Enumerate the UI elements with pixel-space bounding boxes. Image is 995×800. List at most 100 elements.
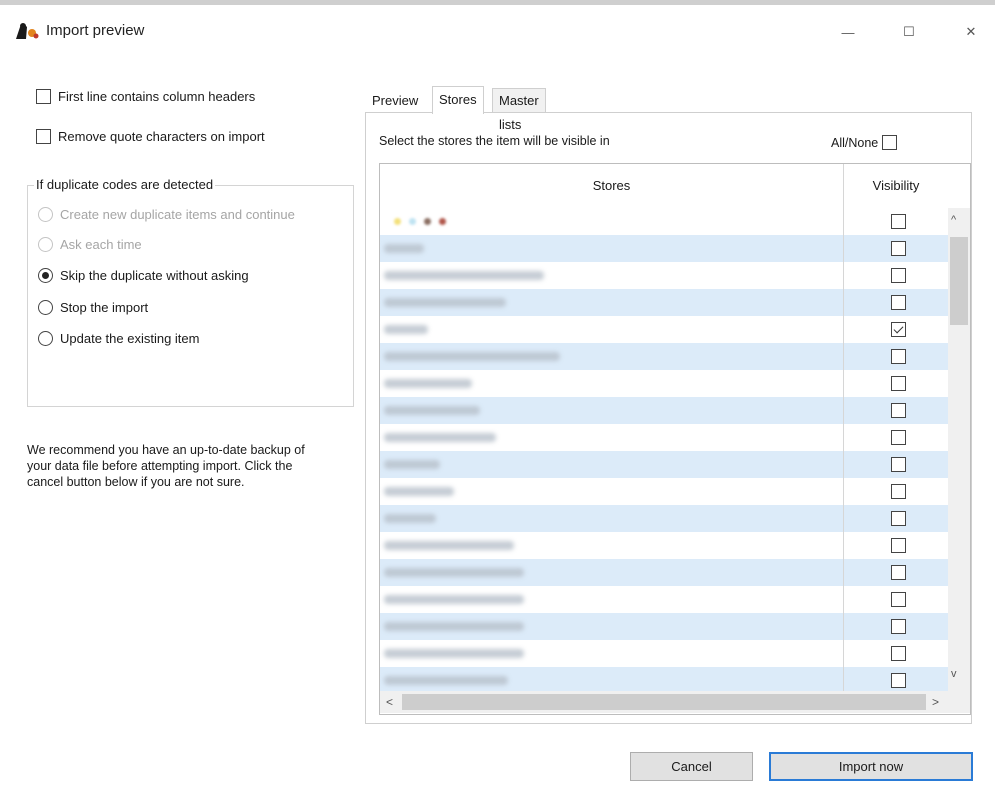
visibility-checkbox[interactable] (891, 457, 906, 472)
column-divider (843, 397, 844, 424)
checkbox-box[interactable] (36, 89, 51, 104)
blurred-store-name (384, 325, 428, 334)
radio-button[interactable] (38, 300, 53, 315)
radio-update-existing[interactable]: Update the existing item (38, 331, 199, 346)
horizontal-scroll-thumb[interactable] (402, 694, 926, 710)
scroll-up-arrow-icon[interactable]: ^ (951, 214, 956, 226)
radio-skip-duplicate[interactable]: Skip the duplicate without asking (38, 268, 249, 283)
visibility-checkbox[interactable] (891, 592, 906, 607)
app-logo-icon (14, 21, 40, 41)
radio-button[interactable] (38, 268, 53, 283)
table-row[interactable] (380, 370, 948, 397)
blurred-store-name (384, 352, 560, 361)
stores-instruction: Select the stores the item will be visib… (379, 134, 610, 148)
column-divider (843, 424, 844, 451)
tab-stores[interactable]: Stores (432, 86, 484, 114)
visibility-checkbox[interactable] (891, 565, 906, 580)
import-now-button[interactable]: Import now (769, 752, 973, 781)
radio-ask-each-time: Ask each time (38, 237, 142, 252)
radio-label: Ask each time (60, 237, 142, 252)
table-row[interactable] (380, 667, 948, 694)
blurred-store-name (384, 514, 436, 523)
visibility-checkbox[interactable] (891, 430, 906, 445)
table-row[interactable] (380, 451, 948, 478)
table-row[interactable] (380, 532, 948, 559)
column-divider (843, 451, 844, 478)
visibility-checkbox[interactable] (891, 241, 906, 256)
column-divider (843, 559, 844, 586)
backup-note: We recommend you have an up-to-date back… (27, 443, 305, 489)
blurred-store-name (394, 218, 446, 225)
visibility-checkbox[interactable] (891, 349, 906, 364)
column-divider (843, 343, 844, 370)
radio-label: Skip the duplicate without asking (60, 268, 249, 283)
table-row[interactable] (380, 316, 948, 343)
scroll-left-arrow-icon[interactable]: < (386, 695, 393, 709)
column-divider (843, 667, 844, 694)
column-divider (843, 370, 844, 397)
table-row[interactable] (380, 505, 948, 532)
cancel-button[interactable]: Cancel (630, 752, 753, 781)
column-divider (843, 208, 844, 235)
visibility-checkbox[interactable] (891, 322, 906, 337)
column-header-stores[interactable]: Stores (380, 164, 844, 208)
table-row[interactable] (380, 208, 948, 235)
visibility-checkbox[interactable] (891, 538, 906, 553)
visibility-checkbox[interactable] (891, 673, 906, 688)
blurred-store-name (384, 406, 480, 415)
checkbox-box[interactable] (882, 135, 898, 150)
table-row[interactable] (380, 289, 948, 316)
blurred-store-name (384, 433, 496, 442)
remove-quotes-checkbox[interactable]: Remove quote characters on import (36, 129, 265, 144)
table-row[interactable] (380, 559, 948, 586)
visibility-checkbox[interactable] (891, 214, 906, 229)
blurred-store-name (384, 676, 508, 685)
blurred-store-name (384, 244, 424, 253)
visibility-checkbox[interactable] (891, 376, 906, 391)
all-none-checkbox[interactable]: All/None (831, 135, 898, 150)
visibility-checkbox[interactable] (891, 646, 906, 661)
tab-master-lists[interactable]: Master lists (492, 88, 546, 132)
column-divider (843, 640, 844, 667)
table-row[interactable] (380, 424, 948, 451)
vertical-scroll-thumb[interactable] (950, 237, 968, 325)
minimize-button[interactable]: — (825, 15, 871, 49)
radio-button (38, 207, 53, 222)
scrollbar-corner (948, 691, 970, 713)
blurred-store-name (384, 379, 472, 388)
close-button[interactable]: ✕ (948, 15, 994, 49)
column-divider (843, 613, 844, 640)
visibility-checkbox[interactable] (891, 619, 906, 634)
blurred-store-name (384, 271, 544, 280)
remove-quotes-label: Remove quote characters on import (58, 129, 265, 144)
table-row[interactable] (380, 343, 948, 370)
radio-button[interactable] (38, 331, 53, 346)
table-row[interactable] (380, 640, 948, 667)
table-row[interactable] (380, 478, 948, 505)
blurred-store-name (384, 460, 440, 469)
visibility-checkbox[interactable] (891, 295, 906, 310)
column-header-visibility[interactable]: Visibility (844, 164, 948, 208)
table-row[interactable] (380, 397, 948, 424)
table-row[interactable] (380, 235, 948, 262)
table-row[interactable] (380, 586, 948, 613)
visibility-checkbox[interactable] (891, 484, 906, 499)
blurred-store-name (384, 649, 524, 658)
table-row[interactable] (380, 262, 948, 289)
radio-label: Stop the import (60, 300, 149, 315)
scroll-down-arrow-icon[interactable]: v (951, 668, 957, 680)
scroll-right-arrow-icon[interactable]: > (932, 695, 939, 709)
maximize-button[interactable]: ☐ (886, 15, 932, 49)
first-line-headers-checkbox[interactable]: First line contains column headers (36, 89, 255, 104)
window-title: Import preview (46, 22, 145, 39)
column-divider (843, 316, 844, 343)
tab-preview[interactable]: Preview (366, 88, 424, 114)
visibility-checkbox[interactable] (891, 511, 906, 526)
visibility-checkbox[interactable] (891, 403, 906, 418)
table-row[interactable] (380, 613, 948, 640)
duplicates-legend: If duplicate codes are detected (34, 177, 216, 192)
radio-stop-import[interactable]: Stop the import (38, 300, 148, 315)
checkbox-box[interactable] (36, 129, 51, 144)
blurred-store-name (384, 622, 524, 631)
visibility-checkbox[interactable] (891, 268, 906, 283)
